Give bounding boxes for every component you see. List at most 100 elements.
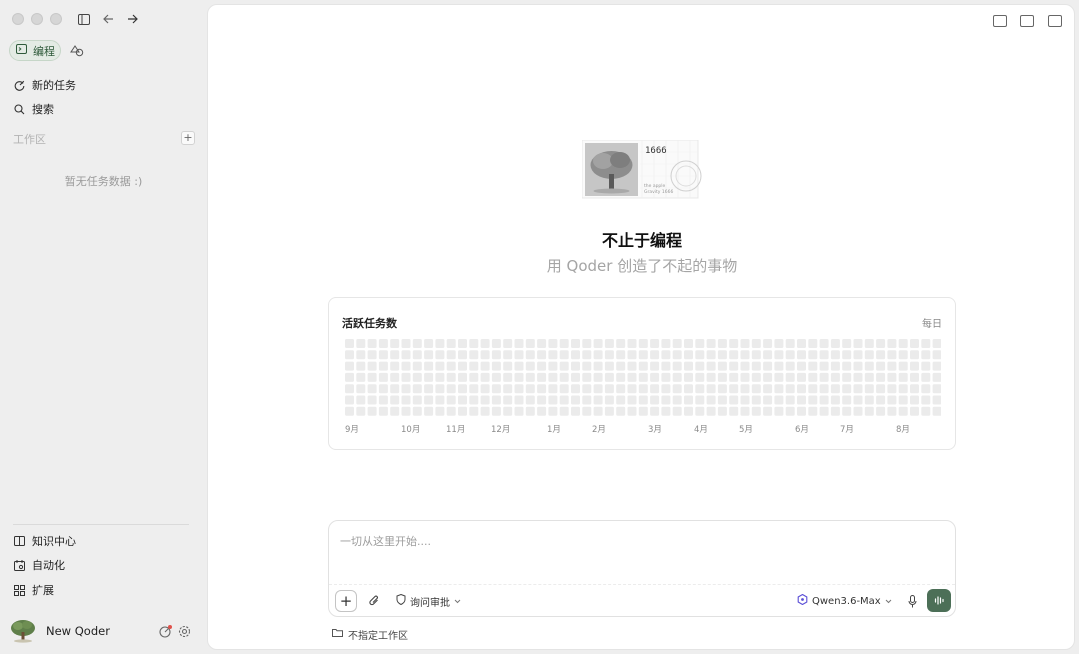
heatmap-cell (571, 395, 580, 405)
heatmap-cell (684, 372, 693, 382)
mode-coding-tab[interactable]: 编程 (9, 40, 61, 61)
prompt-input-placeholder[interactable]: 一切从这里开始.... (340, 533, 431, 549)
heatmap-cell (774, 361, 784, 371)
right-panel-toggle-icon[interactable] (1048, 15, 1062, 27)
page-subtitle: 用 Qoder 创造了不起的事物 (546, 257, 738, 275)
heatmap-cell (548, 339, 558, 348)
heatmap-cell (910, 406, 919, 416)
back-arrow-icon[interactable] (100, 11, 116, 27)
heatmap-cell (695, 406, 705, 416)
heatmap-cell (480, 361, 490, 371)
heatmap-cell (819, 361, 829, 371)
heatmap-cell (480, 372, 490, 382)
heatmap-cell (853, 406, 863, 416)
heatmap-cell (401, 384, 411, 394)
feedback-icon[interactable] (993, 15, 1007, 27)
heatmap-cell (593, 339, 603, 348)
heatmap-cell (684, 350, 693, 360)
heatmap-cell (684, 384, 693, 394)
heatmap-cell (763, 350, 773, 360)
heatmap-cell (853, 361, 863, 371)
heatmap-cell (571, 406, 580, 416)
nav-knowledge-center[interactable]: 知识中心 (13, 531, 76, 551)
heatmap-cell (582, 406, 592, 416)
heatmap-cell (876, 395, 886, 405)
heatmap-cell (932, 406, 941, 416)
paperclip-icon[interactable] (367, 594, 381, 608)
nav-automation-label: 自动化 (32, 559, 65, 572)
toggle-sidebar-icon[interactable] (76, 11, 92, 27)
heatmap-cell (582, 361, 592, 371)
nav-knowledge-label: 知识中心 (32, 535, 76, 548)
workspace-section-label: 工作区 (13, 133, 46, 146)
model-selector-dropdown[interactable]: Qwen3.6-Max (797, 593, 892, 609)
heatmap-cell (412, 395, 422, 405)
forward-arrow-icon[interactable] (124, 11, 140, 27)
heatmap-cell (446, 361, 456, 371)
heatmap-cell (887, 406, 897, 416)
heatmap-cell (785, 406, 795, 416)
heatmap-cell (378, 395, 388, 405)
heatmap-cell (898, 350, 908, 360)
mode-design-tab[interactable] (68, 42, 86, 60)
notification-icon[interactable] (158, 624, 172, 638)
heatmap-cell (706, 406, 716, 416)
heatmap-cell (853, 384, 863, 394)
heatmap-cell (435, 361, 445, 371)
nav-extensions[interactable]: 扩展 (13, 580, 54, 600)
prompt-input-box[interactable]: 一切从这里开始.... + 询问审批 Qwen3.6-Max (328, 520, 956, 617)
heatmap-cell (808, 350, 818, 360)
heatmap-cell (514, 384, 524, 394)
heatmap-cell (593, 406, 603, 416)
heatmap-cell (571, 350, 580, 360)
heatmap-cell (458, 406, 467, 416)
heatmap-cell (378, 406, 388, 416)
add-context-button[interactable]: + (335, 590, 357, 612)
heatmap-cell (435, 384, 445, 394)
voice-mode-button[interactable] (927, 589, 951, 612)
heatmap-cell (819, 339, 829, 348)
heatmap-cell (435, 406, 445, 416)
approval-mode-dropdown[interactable]: 询问审批 (396, 593, 461, 609)
heatmap-cell (774, 384, 784, 394)
month-label: 8月 (896, 425, 910, 435)
heatmap-cell (797, 339, 806, 348)
heatmap-cell (446, 350, 456, 360)
heatmap-cell (864, 361, 874, 371)
heatmap-cell (785, 339, 795, 348)
heatmap-cell (751, 406, 761, 416)
heatmap-cell (593, 372, 603, 382)
heatmap-cell (921, 361, 931, 371)
model-name-label: Qwen3.6-Max (812, 595, 881, 607)
workspace-selector[interactable]: 不指定工作区 (332, 627, 408, 642)
activity-frequency-toggle[interactable]: 每日 (922, 315, 942, 330)
add-workspace-button[interactable]: + (181, 131, 195, 145)
heatmap-cell (367, 395, 377, 405)
heatmap-cell (661, 350, 671, 360)
user-profile[interactable]: New Qoder (10, 619, 110, 643)
heatmap-cell (582, 339, 592, 348)
settings-gear-icon[interactable] (177, 624, 191, 638)
heatmap-cell (345, 395, 354, 405)
heatmap-cell (345, 406, 354, 416)
heatmap-cell (537, 350, 547, 360)
bottom-panel-toggle-icon[interactable] (1020, 15, 1034, 27)
zoom-window-button[interactable] (50, 13, 62, 25)
heatmap-cell (412, 384, 422, 394)
heatmap-cell (378, 339, 388, 348)
heatmap-cell (921, 406, 931, 416)
heatmap-cell (785, 395, 795, 405)
nav-new-task[interactable]: 新的任务 (13, 75, 76, 95)
heatmap-cell (797, 395, 806, 405)
minimize-window-button[interactable] (31, 13, 43, 25)
close-window-button[interactable] (12, 13, 24, 25)
nav-search[interactable]: 搜索 (13, 99, 54, 119)
heatmap-cell (808, 406, 818, 416)
nav-automation[interactable]: 自动化 (13, 555, 65, 575)
microphone-icon[interactable] (906, 594, 918, 608)
folder-icon (332, 628, 343, 640)
hero-year-text: 1666 (645, 146, 667, 156)
heatmap-cell (503, 406, 513, 416)
heatmap-cell (604, 384, 614, 394)
heatmap-cell (898, 395, 908, 405)
